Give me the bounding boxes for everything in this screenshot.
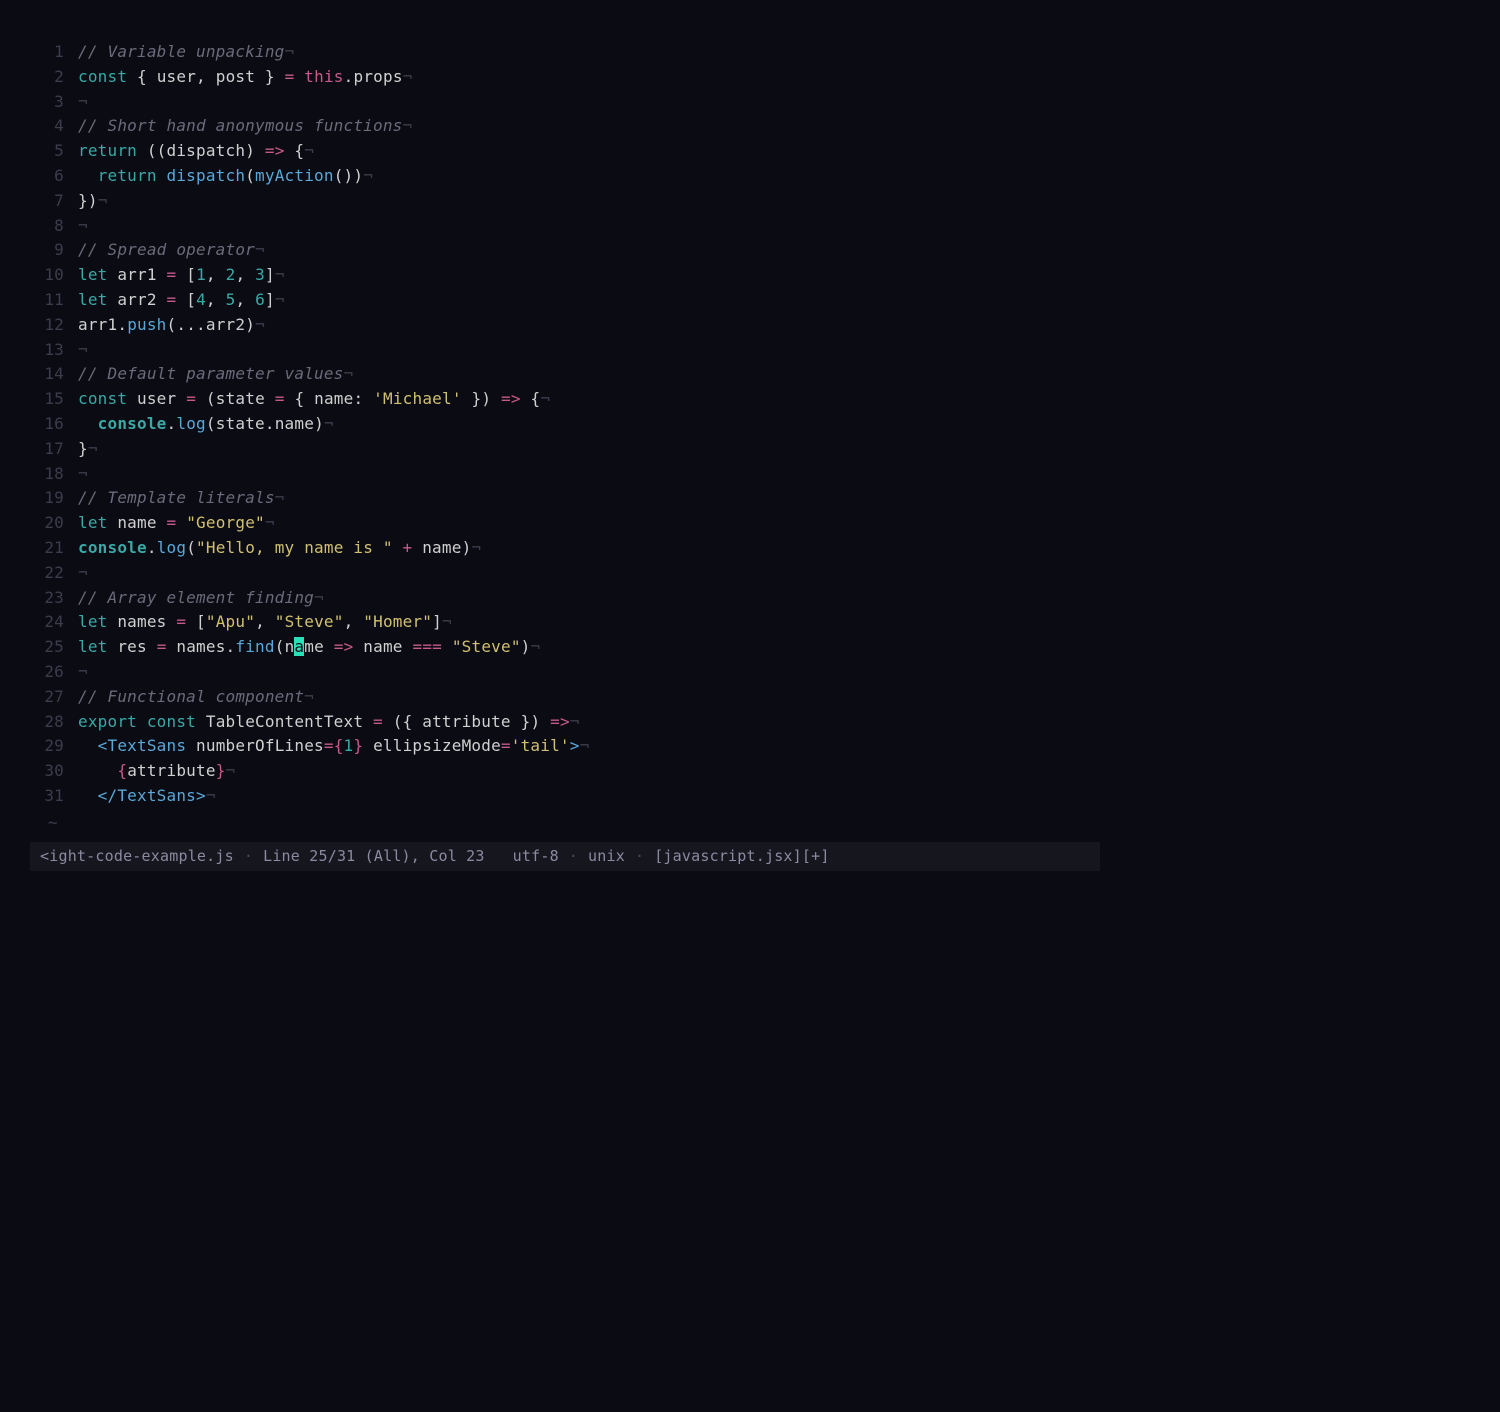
code-line[interactable]: 2 const { user, post } = this.props¬ [30,65,1100,90]
status-separator: · [635,845,644,868]
line-number: 15 [30,387,78,412]
line-number: 13 [30,338,78,363]
line-number: 8 [30,214,78,239]
status-position: Line 25/31 (All), Col 23 [263,845,485,868]
status-fileformat: unix [588,845,625,868]
line-number: 9 [30,238,78,263]
line-number: 18 [30,462,78,487]
line-number: 27 [30,685,78,710]
status-encoding: utf-8 [513,845,559,868]
line-number: 30 [30,759,78,784]
code-line[interactable]: 30 {attribute}¬ [30,759,1100,784]
code-line[interactable]: 31 </TextSans>¬ [30,784,1100,809]
code-line[interactable]: 25 let res = names.find(name => name ===… [30,635,1100,660]
status-filename: <ight-code-example.js [40,845,234,868]
line-number: 23 [30,586,78,611]
line-number: 2 [30,65,78,90]
code-editor[interactable]: 1 // Variable unpacking¬ 2 const { user,… [30,40,1100,871]
code-line[interactable]: 17 }¬ [30,437,1100,462]
line-number: 25 [30,635,78,660]
line-number: 20 [30,511,78,536]
line-number: 10 [30,263,78,288]
code-line[interactable]: 11 let arr2 = [4, 5, 6]¬ [30,288,1100,313]
line-number: 11 [30,288,78,313]
code-line[interactable]: 13 ¬ [30,338,1100,363]
line-number: 7 [30,189,78,214]
code-line[interactable]: 21 console.log("Hello, my name is " + na… [30,536,1100,561]
line-number: 21 [30,536,78,561]
code-line[interactable]: 15 const user = (state = { name: 'Michae… [30,387,1100,412]
code-line[interactable]: 3 ¬ [30,90,1100,115]
code-line[interactable]: 6 return dispatch(myAction())¬ [30,164,1100,189]
empty-line-tilde: ~ [30,811,1100,836]
line-number: 12 [30,313,78,338]
code-line[interactable]: 28 export const TableContentText = ({ at… [30,710,1100,735]
status-filetype: [javascript.jsx][+] [654,845,829,868]
keyword-const: const [78,67,127,86]
status-separator: · [569,845,578,868]
comment: // Variable unpacking [78,42,285,61]
code-line[interactable]: 29 <TextSans numberOfLines={1} ellipsize… [30,734,1100,759]
status-separator: · [244,845,253,868]
line-number: 19 [30,486,78,511]
code-line[interactable]: 27 // Functional component¬ [30,685,1100,710]
line-number: 14 [30,362,78,387]
line-number: 5 [30,139,78,164]
eol-marker: ¬ [285,42,295,61]
code-line[interactable]: 4 // Short hand anonymous functions¬ [30,114,1100,139]
line-number: 22 [30,561,78,586]
code-line[interactable]: 18 ¬ [30,462,1100,487]
line-number: 17 [30,437,78,462]
line-number: 1 [30,40,78,65]
code-line[interactable]: 20 let name = "George"¬ [30,511,1100,536]
line-number: 24 [30,610,78,635]
line-number: 3 [30,90,78,115]
code-line[interactable]: 7 })¬ [30,189,1100,214]
code-line[interactable]: 12 arr1.push(...arr2)¬ [30,313,1100,338]
code-line[interactable]: 26 ¬ [30,660,1100,685]
line-number: 16 [30,412,78,437]
code-line[interactable]: 1 // Variable unpacking¬ [30,40,1100,65]
status-bar: <ight-code-example.js · Line 25/31 (All)… [30,842,1100,871]
code-line[interactable]: 8 ¬ [30,214,1100,239]
line-number: 31 [30,784,78,809]
code-line[interactable]: 24 let names = ["Apu", "Steve", "Homer"]… [30,610,1100,635]
line-number: 6 [30,164,78,189]
code-line[interactable]: 14 // Default parameter values¬ [30,362,1100,387]
code-line[interactable]: 9 // Spread operator¬ [30,238,1100,263]
code-line[interactable]: 23 // Array element finding¬ [30,586,1100,611]
code-line[interactable]: 16 console.log(state.name)¬ [30,412,1100,437]
code-line[interactable]: 19 // Template literals¬ [30,486,1100,511]
line-number: 26 [30,660,78,685]
line-number: 28 [30,710,78,735]
cursor: a [294,637,304,656]
line-number: 4 [30,114,78,139]
line-number: 29 [30,734,78,759]
keyword-this: this [304,67,343,86]
code-line[interactable]: 5 return ((dispatch) => {¬ [30,139,1100,164]
code-line[interactable]: 22 ¬ [30,561,1100,586]
code-line[interactable]: 10 let arr1 = [1, 2, 3]¬ [30,263,1100,288]
